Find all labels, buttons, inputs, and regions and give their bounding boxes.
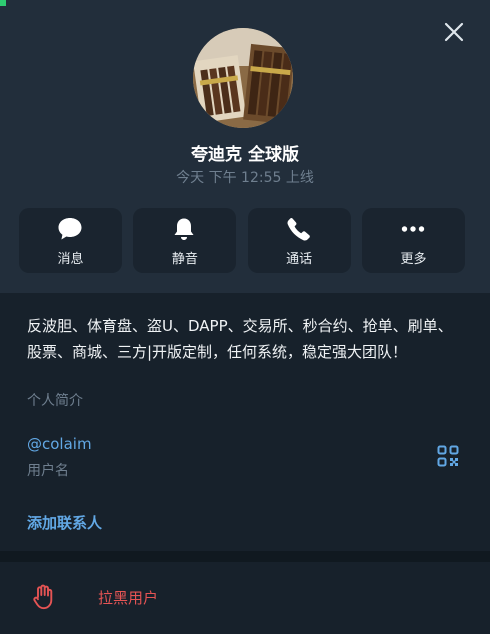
qr-code-button[interactable]: [437, 445, 459, 467]
profile-header: 夸迪克 全球版 今天 下午 12:55 上线 消息 静音 通话 更多: [0, 0, 490, 293]
mute-button-label: 静音: [171, 252, 198, 267]
last-seen-status: 今天 下午 12:55 上线: [176, 170, 314, 186]
bio-label: 个人简介: [27, 393, 83, 409]
bell-icon: [171, 216, 197, 242]
more-dots-icon: [400, 216, 426, 242]
more-button-label: 更多: [400, 252, 427, 267]
message-button-label: 消息: [57, 252, 84, 267]
hand-stop-icon: [32, 584, 56, 610]
mute-button[interactable]: 静音: [133, 208, 237, 273]
avatar[interactable]: [193, 28, 293, 128]
avatar-cigar-photo: [193, 28, 293, 128]
call-button-label: 通话: [286, 252, 313, 267]
username-label: 用户名: [27, 463, 69, 479]
username-link[interactable]: @colaim: [27, 435, 92, 453]
add-contact-button[interactable]: 添加联系人: [27, 512, 102, 533]
phone-icon: [286, 216, 312, 242]
close-icon: [444, 22, 464, 42]
profile-info-section: 反波胆、体育盘、盗U、DAPP、交易所、秒合约、抢单、刷单、股票、商城、三方|开…: [0, 293, 490, 551]
qr-code-icon: [437, 445, 459, 467]
bio-text: 反波胆、体育盘、盗U、DAPP、交易所、秒合约、抢单、刷单、股票、商城、三方|开…: [27, 317, 453, 361]
action-bar: 消息 静音 通话 更多: [19, 208, 465, 273]
call-button[interactable]: 通话: [247, 208, 351, 273]
section-divider: [0, 551, 490, 562]
chat-bubble-icon: [57, 216, 83, 242]
close-button[interactable]: [440, 18, 468, 46]
profile-name: 夸迪克 全球版: [191, 145, 299, 165]
more-button[interactable]: 更多: [361, 208, 465, 273]
block-user-label: 拉黑用户: [98, 589, 159, 607]
block-user-button[interactable]: 拉黑用户: [0, 562, 490, 634]
message-button[interactable]: 消息: [19, 208, 122, 273]
window-corner-marker: [0, 0, 6, 6]
